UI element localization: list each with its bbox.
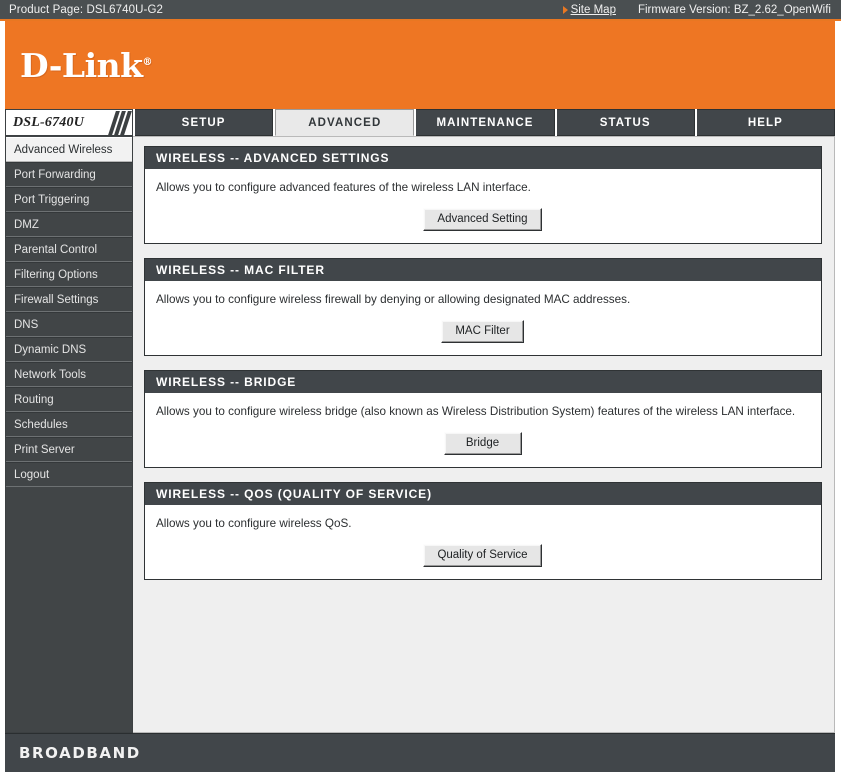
- sidebar-item-port-triggering[interactable]: Port Triggering: [6, 187, 132, 212]
- button-row-qos: Quality of Service: [156, 531, 809, 579]
- top-product-bar: Product Page: DSL6740U-G2 Site Map Firmw…: [0, 0, 841, 21]
- mac-filter-button[interactable]: MAC Filter: [441, 320, 524, 343]
- main-nav-bar: DSL-6740U SETUP ADVANCED MAINTENANCE STA…: [0, 109, 841, 136]
- footer-brand-label: BROADBAND: [19, 744, 141, 762]
- button-row-mac-filter: MAC Filter: [156, 307, 809, 355]
- footer-wrapper: BROADBAND: [0, 733, 841, 772]
- quality-of-service-button[interactable]: Quality of Service: [423, 544, 542, 567]
- site-map-link-wrap[interactable]: Site Map: [562, 4, 616, 16]
- brand-banner: D-Link®: [5, 21, 835, 109]
- banner-wrapper: D-Link®: [0, 21, 841, 109]
- page-footer: BROADBAND: [5, 733, 835, 772]
- sidebar-item-schedules[interactable]: Schedules: [6, 412, 132, 437]
- site-map-link[interactable]: Site Map: [571, 4, 616, 16]
- topbar-right-group: Site Map Firmware Version: BZ_2.62_OpenW…: [562, 0, 833, 19]
- tab-setup[interactable]: SETUP: [135, 109, 274, 136]
- sidebar-item-parental-control[interactable]: Parental Control: [6, 237, 132, 262]
- firmware-version-label: Firmware Version: BZ_2.62_OpenWifi: [637, 3, 831, 16]
- panel-title-bridge: WIRELESS -- BRIDGE: [145, 371, 821, 393]
- panel-body-mac-filter: Allows you to configure wireless firewal…: [145, 281, 821, 355]
- button-row-bridge: Bridge: [156, 419, 809, 467]
- panel-qos: WIRELESS -- QOS (QUALITY OF SERVICE) All…: [144, 482, 822, 580]
- sidebar-item-firewall-settings[interactable]: Firewall Settings: [6, 287, 132, 312]
- tab-status[interactable]: STATUS: [556, 109, 695, 136]
- dlink-logo: D-Link®: [20, 46, 153, 85]
- panel-body-advanced-settings: Allows you to configure advanced feature…: [145, 169, 821, 243]
- body-area: Advanced Wireless Port Forwarding Port T…: [0, 136, 841, 733]
- footer-bottom-strip: [0, 772, 841, 776]
- panel-description-qos: Allows you to configure wireless QoS.: [156, 517, 352, 530]
- tab-maintenance[interactable]: MAINTENANCE: [416, 109, 555, 136]
- slashes-decoration-icon: [108, 110, 132, 135]
- sidebar-menu: Advanced Wireless Port Forwarding Port T…: [5, 136, 133, 733]
- sidebar-item-dynamic-dns[interactable]: Dynamic DNS: [6, 337, 132, 362]
- panel-description-advanced-settings: Allows you to configure advanced feature…: [156, 181, 531, 194]
- arrow-right-icon: [562, 5, 568, 14]
- sidebar-item-dns[interactable]: DNS: [6, 312, 132, 337]
- panel-title-mac-filter: WIRELESS -- MAC FILTER: [145, 259, 821, 281]
- model-name-label: DSL-6740U: [13, 114, 85, 130]
- sidebar-item-advanced-wireless[interactable]: Advanced Wireless: [6, 137, 132, 162]
- bridge-button[interactable]: Bridge: [443, 432, 522, 455]
- sidebar-item-filtering-options[interactable]: Filtering Options: [6, 262, 132, 287]
- panel-bridge: WIRELESS -- BRIDGE Allows you to configu…: [144, 370, 822, 468]
- tab-help[interactable]: HELP: [696, 109, 836, 136]
- product-page-label: Product Page: DSL6740U-G2: [9, 3, 164, 16]
- sidebar-item-port-forwarding[interactable]: Port Forwarding: [6, 162, 132, 187]
- tab-advanced[interactable]: ADVANCED: [275, 109, 415, 136]
- dlink-logo-text: D-Link: [20, 46, 143, 85]
- panel-advanced-settings: WIRELESS -- ADVANCED SETTINGS Allows you…: [144, 146, 822, 244]
- main-content: WIRELESS -- ADVANCED SETTINGS Allows you…: [133, 136, 835, 733]
- registered-mark-icon: ®: [142, 57, 153, 68]
- button-row-advanced-settings: Advanced Setting: [156, 195, 809, 243]
- sidebar-item-routing[interactable]: Routing: [6, 387, 132, 412]
- sidebar-item-network-tools[interactable]: Network Tools: [6, 362, 132, 387]
- sidebar-item-dmz[interactable]: DMZ: [6, 212, 132, 237]
- model-badge: DSL-6740U: [5, 109, 133, 136]
- panel-description-bridge: Allows you to configure wireless bridge …: [156, 405, 796, 418]
- panel-mac-filter: WIRELESS -- MAC FILTER Allows you to con…: [144, 258, 822, 356]
- panel-title-qos: WIRELESS -- QOS (QUALITY OF SERVICE): [145, 483, 821, 505]
- panel-description-mac-filter: Allows you to configure wireless firewal…: [156, 293, 631, 306]
- sidebar-item-logout[interactable]: Logout: [6, 462, 132, 487]
- panel-body-bridge: Allows you to configure wireless bridge …: [145, 393, 821, 467]
- sidebar-item-print-server[interactable]: Print Server: [6, 437, 132, 462]
- panel-body-qos: Allows you to configure wireless QoS. Qu…: [145, 505, 821, 579]
- panel-title-advanced-settings: WIRELESS -- ADVANCED SETTINGS: [145, 147, 821, 169]
- advanced-setting-button[interactable]: Advanced Setting: [423, 208, 542, 231]
